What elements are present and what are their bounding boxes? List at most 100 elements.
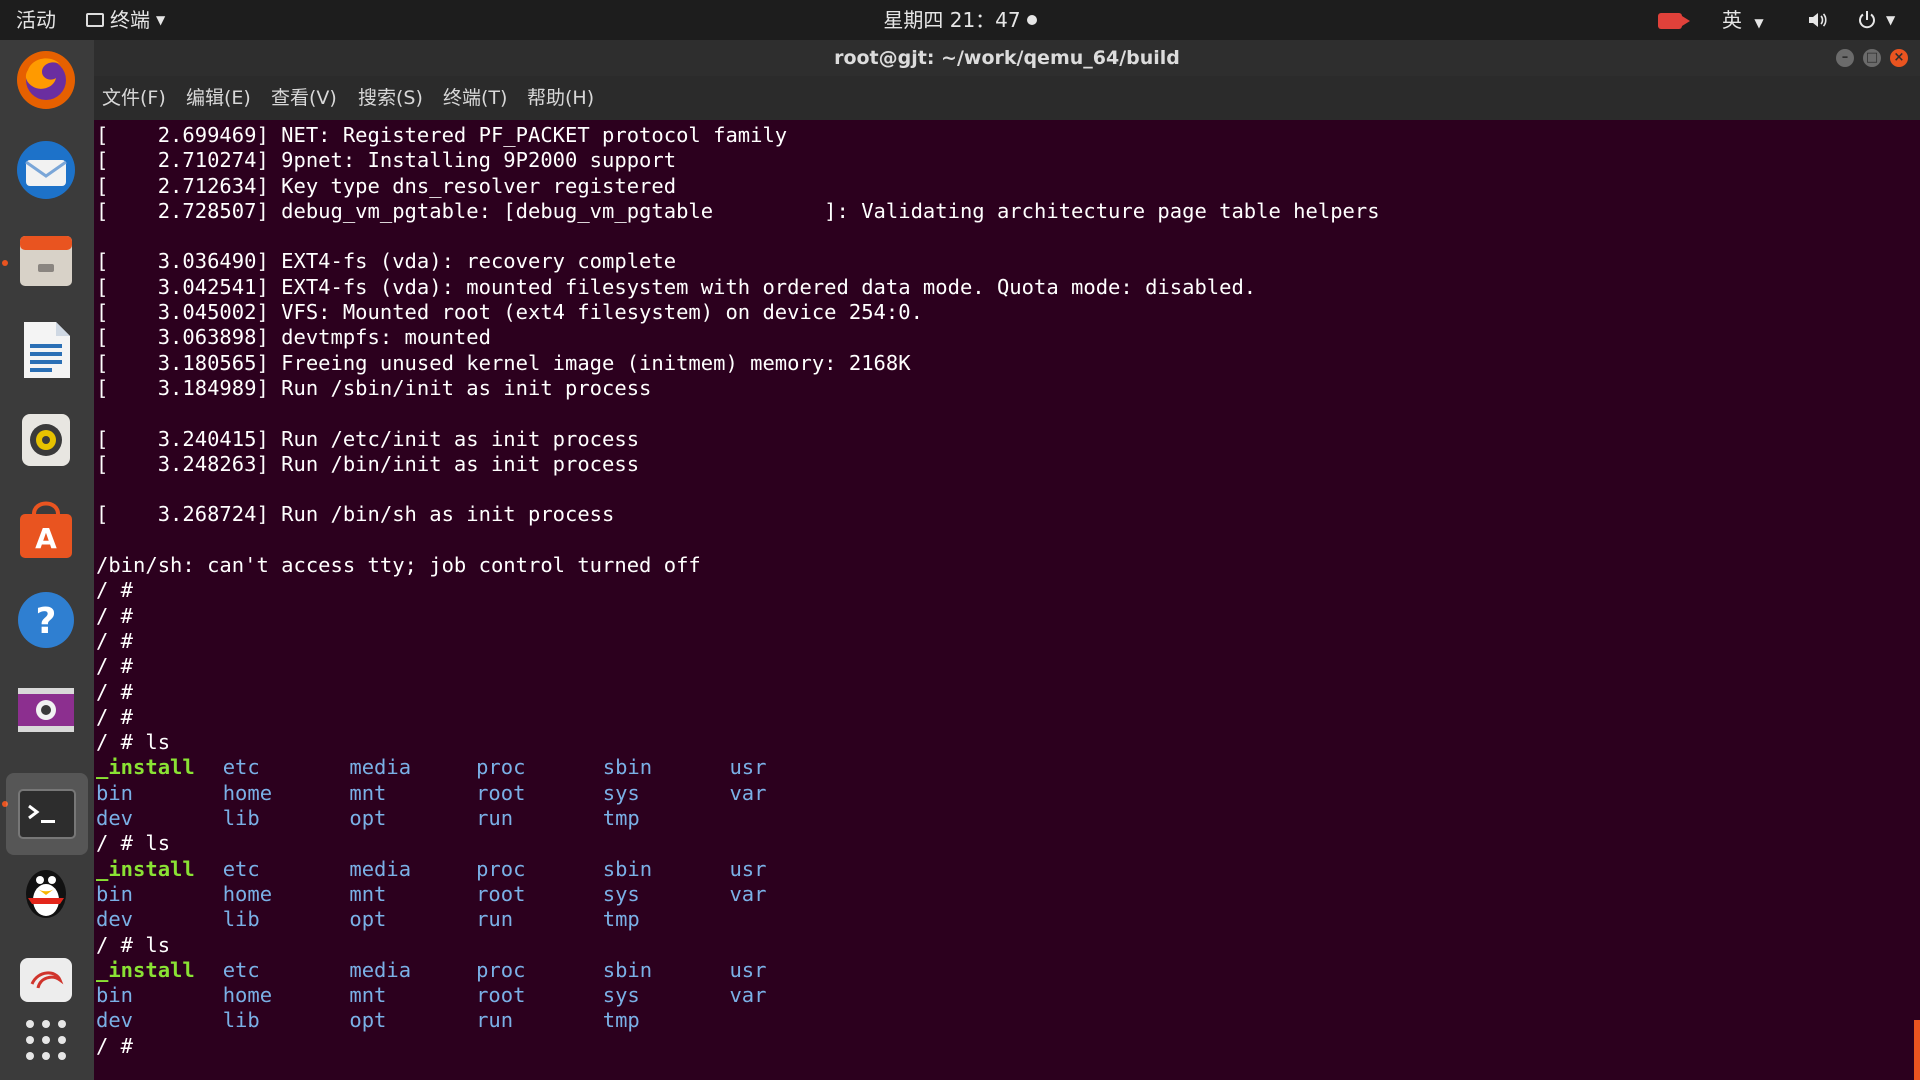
screen-record-indicator[interactable] — [1658, 0, 1690, 40]
ls-entry: sbin — [602, 755, 653, 780]
software-center-icon[interactable]: A — [14, 498, 78, 562]
ls-entry: bin — [96, 780, 134, 805]
terminal-line: / # — [96, 679, 134, 704]
ls-entry: dev — [96, 1008, 134, 1033]
app-menu[interactable]: 终端 ▼ — [86, 0, 165, 40]
screen-recorder-icon[interactable] — [14, 678, 78, 742]
help-icon[interactable]: ? — [14, 588, 78, 652]
qq-icon[interactable] — [14, 858, 78, 922]
ls-entry: _install — [96, 856, 195, 881]
ls-entry: mnt — [349, 983, 387, 1008]
ls-output-row: bin home mnt root sys var — [96, 882, 1380, 907]
ls-entry: home — [222, 881, 273, 906]
ls-entry: tmp — [602, 806, 640, 831]
power-menu[interactable]: ▼ — [1856, 0, 1895, 40]
terminal-line: / # — [96, 654, 134, 679]
ls-entry: run — [476, 1008, 514, 1033]
svg-text:?: ? — [36, 601, 57, 642]
ls-entry: opt — [349, 806, 387, 831]
close-button[interactable]: × — [1890, 49, 1908, 67]
menu-search[interactable]: 搜索(S) — [358, 76, 423, 120]
ls-entry: lib — [222, 907, 260, 932]
files-icon[interactable] — [14, 228, 78, 292]
minimize-icon: – — [1841, 50, 1849, 65]
terminal-line: [ 3.268724] Run /bin/sh as init process — [96, 502, 615, 527]
ls-entry: root — [476, 881, 526, 906]
rhythmbox-icon[interactable] — [14, 408, 78, 472]
terminal-line: [ 2.699469] NET: Registered PF_PACKET pr… — [96, 123, 788, 147]
menu-file[interactable]: 文件(F) — [102, 76, 166, 120]
ls-entry: bin — [96, 983, 134, 1008]
app-menu-label: 终端 — [110, 8, 150, 32]
ls-output-row: bin home mnt root sys var — [96, 983, 1380, 1008]
ls-entry: etc — [222, 957, 260, 982]
ls-entry: sys — [602, 983, 640, 1008]
ls-entry: home — [222, 780, 273, 805]
window-titlebar[interactable]: root@gjt: ~/work/qemu_64/build – □ × — [94, 40, 1920, 76]
ls-entry: mnt — [349, 881, 387, 906]
terminal-lines: [ 2.699469] NET: Registered PF_PACKET pr… — [96, 123, 1380, 1059]
ls-entry: proc — [476, 755, 526, 780]
minimize-button[interactable]: – — [1836, 49, 1854, 67]
ls-entry: dev — [96, 806, 134, 831]
menu-edit[interactable]: 编辑(E) — [186, 76, 251, 120]
maximize-button[interactable]: □ — [1863, 49, 1881, 67]
terminal-line: / # ls — [96, 730, 171, 755]
ls-entry: var — [729, 881, 767, 906]
media-icon[interactable] — [14, 948, 78, 1012]
scrollbar-thumb[interactable] — [1914, 1020, 1920, 1080]
writer-icon[interactable] — [14, 318, 78, 382]
input-method-menu[interactable]: 英 ▼ — [1722, 0, 1764, 40]
volume-icon[interactable] — [1806, 0, 1828, 40]
ls-entry: usr — [729, 755, 767, 780]
dock: A ? — [0, 40, 94, 1080]
ls-entry: sbin — [602, 957, 653, 982]
terminal-line: [ 3.248263] Run /bin/init as init proces… — [96, 451, 640, 476]
ls-entry: media — [349, 755, 412, 780]
ls-output-row: dev lib opt run tmp — [96, 1008, 1380, 1033]
ls-output-row: dev lib opt run tmp — [96, 806, 1380, 831]
menu-terminal[interactable]: 终端(T) — [443, 76, 507, 120]
ls-output-row: _install etc media proc sbin usr — [96, 958, 1380, 983]
terminal-line: [ 3.240415] Run /etc/init as init proces… — [96, 426, 640, 451]
ls-entry: var — [729, 780, 767, 805]
svg-text:A: A — [35, 522, 57, 555]
thunderbird-icon[interactable] — [14, 138, 78, 202]
ls-entry: run — [476, 806, 514, 831]
ls-entry: root — [476, 780, 526, 805]
show-apps-icon[interactable] — [14, 1008, 78, 1072]
terminal-small-icon — [86, 13, 104, 27]
terminal-line: [ 3.063898] devtmpfs: mounted — [96, 325, 491, 350]
ls-entry: opt — [349, 907, 387, 932]
ls-entry: usr — [729, 957, 767, 982]
menu-view[interactable]: 查看(V) — [271, 76, 337, 120]
terminal-line: / # — [96, 603, 134, 628]
ls-entry: usr — [729, 856, 767, 881]
ls-entry: proc — [476, 856, 526, 881]
menu-help[interactable]: 帮助(H) — [527, 76, 594, 120]
ls-entry: _install — [96, 755, 195, 780]
ls-entry: sys — [602, 780, 640, 805]
terminal-line: [ 3.036490] EXT4-fs (vda): recovery comp… — [96, 249, 677, 274]
power-icon — [1859, 11, 1875, 29]
terminal-line: / # — [96, 704, 134, 729]
terminal-window: root@gjt: ~/work/qemu_64/build – □ × 文件(… — [94, 40, 1920, 1080]
notification-dot-icon — [1026, 15, 1037, 25]
ls-entry: etc — [222, 856, 260, 881]
ls-output-row: bin home mnt root sys var — [96, 781, 1380, 806]
ls-entry: var — [729, 983, 767, 1008]
terminal-output[interactable]: [ 2.699469] NET: Registered PF_PACKET pr… — [94, 120, 1920, 1080]
ls-entry: dev — [96, 907, 134, 932]
activities-button[interactable]: 活动 — [16, 0, 56, 40]
terminal-line: / # ls — [96, 932, 171, 957]
ls-entry: lib — [222, 1008, 260, 1033]
clock[interactable]: 星期四 21：47 — [883, 8, 1037, 32]
terminal-icon[interactable] — [6, 773, 88, 855]
firefox-icon[interactable] — [14, 48, 78, 112]
ls-entry: proc — [476, 957, 526, 982]
window-title: root@gjt: ~/work/qemu_64/build — [834, 47, 1180, 69]
terminal-line: [ 3.045002] VFS: Mounted root (ext4 file… — [96, 300, 923, 325]
